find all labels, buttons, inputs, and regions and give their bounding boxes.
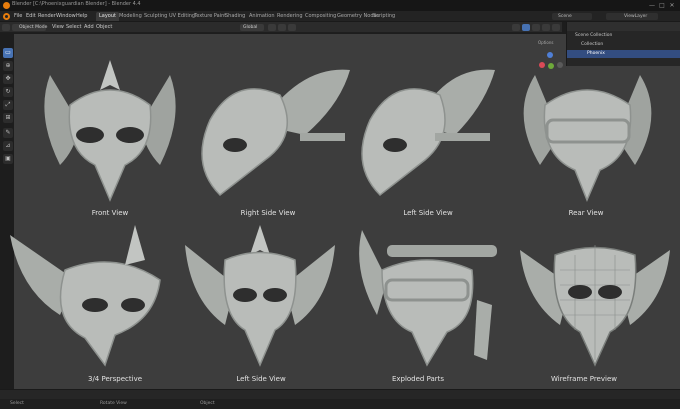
menu-object[interactable]: Object bbox=[96, 24, 112, 30]
material-shading-icon[interactable] bbox=[542, 24, 550, 31]
scale-icon[interactable]: ⤢ bbox=[3, 100, 13, 110]
render-shading-icon[interactable] bbox=[552, 24, 560, 31]
view-label-rear: Rear View bbox=[568, 209, 604, 217]
status-bar: Select Rotate View Object bbox=[0, 399, 680, 409]
snap-icon[interactable] bbox=[278, 24, 286, 31]
blender-menu-icon[interactable] bbox=[3, 13, 10, 20]
minimize-button[interactable]: — bbox=[648, 2, 656, 9]
menu-file[interactable]: File bbox=[14, 13, 22, 19]
proportional-edit-icon[interactable] bbox=[288, 24, 296, 31]
editor-type-icon[interactable] bbox=[2, 24, 10, 31]
view-label-right-side: Right Side View bbox=[240, 209, 296, 217]
maximize-button[interactable]: □ bbox=[658, 2, 666, 9]
mask-front-view[interactable] bbox=[30, 55, 190, 205]
transform-orientation-selector[interactable]: Global bbox=[240, 24, 264, 31]
tab-shading[interactable]: Shading bbox=[222, 12, 248, 21]
menu-render[interactable]: Render bbox=[38, 13, 56, 19]
menu-edit[interactable]: Edit bbox=[26, 13, 36, 19]
tab-scripting[interactable]: Scripting bbox=[370, 12, 398, 21]
top-menu-bar: File Edit Render Window Help Layout Mode… bbox=[0, 11, 680, 22]
timeline-strip[interactable] bbox=[0, 389, 680, 399]
options-label[interactable]: Options bbox=[538, 40, 553, 45]
rotate-icon[interactable]: ↻ bbox=[3, 87, 13, 97]
cursor-icon[interactable]: ⊕ bbox=[3, 61, 13, 71]
blender-logo-icon bbox=[3, 2, 10, 9]
view-label-left-side-small: Left Side View bbox=[236, 375, 286, 383]
add-cube-icon[interactable]: ▣ bbox=[3, 154, 13, 164]
measure-icon[interactable]: ⊿ bbox=[3, 141, 13, 151]
status-object: Object bbox=[200, 401, 215, 406]
menu-help[interactable]: Help bbox=[76, 13, 87, 19]
outliner-row-scene-collection[interactable]: Scene Collection bbox=[567, 32, 680, 40]
scene-selector[interactable]: Scene bbox=[552, 13, 592, 20]
menu-select[interactable]: Select bbox=[66, 24, 81, 30]
title-bar: Blender [C:\Phoenixguardian Blender] - B… bbox=[0, 0, 680, 11]
menu-window[interactable]: Window bbox=[56, 13, 76, 19]
mask-exploded-parts[interactable] bbox=[352, 220, 512, 370]
menu-view[interactable]: View bbox=[52, 24, 64, 30]
view-label-exploded: Exploded Parts bbox=[391, 375, 445, 383]
mode-selector[interactable]: Object Mode bbox=[12, 24, 47, 31]
status-rotate-view: Rotate View bbox=[100, 401, 127, 406]
annotate-icon[interactable]: ✎ bbox=[3, 128, 13, 138]
mask-wireframe-preview[interactable] bbox=[515, 220, 675, 370]
outliner-header bbox=[567, 22, 680, 31]
view-label-left-side: Left Side View bbox=[403, 209, 453, 217]
mask-left-side-small[interactable] bbox=[180, 220, 340, 370]
move-icon[interactable]: ✥ bbox=[3, 74, 13, 84]
pivot-icon[interactable] bbox=[268, 24, 276, 31]
tool-shelf: ▭ ⊕ ✥ ↻ ⤢ ⊞ ✎ ⊿ ▣ bbox=[2, 48, 14, 164]
close-button[interactable]: ✕ bbox=[668, 2, 676, 9]
mask-perspective[interactable] bbox=[5, 220, 175, 370]
tab-animation[interactable]: Animation bbox=[246, 12, 278, 21]
mask-right-side-view[interactable] bbox=[190, 55, 355, 205]
mask-left-side-view[interactable] bbox=[355, 55, 510, 205]
viewport-header: Object Mode View Select Add Object Globa… bbox=[0, 22, 562, 33]
status-select: Select bbox=[10, 401, 24, 406]
solid-shading-icon[interactable] bbox=[532, 24, 540, 31]
xray-icon[interactable] bbox=[522, 24, 530, 31]
view-label-wireframe: Wireframe Preview bbox=[551, 375, 617, 383]
transform-icon[interactable]: ⊞ bbox=[3, 113, 13, 123]
select-box-icon[interactable]: ▭ bbox=[3, 48, 13, 58]
outliner-row-collection[interactable]: Collection bbox=[567, 41, 680, 49]
view-label-perspective: 3/4 Perspective bbox=[87, 375, 143, 383]
mask-rear-view[interactable] bbox=[505, 55, 670, 205]
view-layer-selector[interactable]: ViewLayer bbox=[606, 13, 658, 20]
overlay-icon[interactable] bbox=[512, 24, 520, 31]
menu-add[interactable]: Add bbox=[84, 24, 94, 30]
tab-rendering[interactable]: Rendering bbox=[274, 12, 306, 21]
window-title: Blender [C:\Phoenixguardian Blender] - B… bbox=[12, 1, 141, 7]
view-label-front: Front View bbox=[91, 209, 129, 217]
